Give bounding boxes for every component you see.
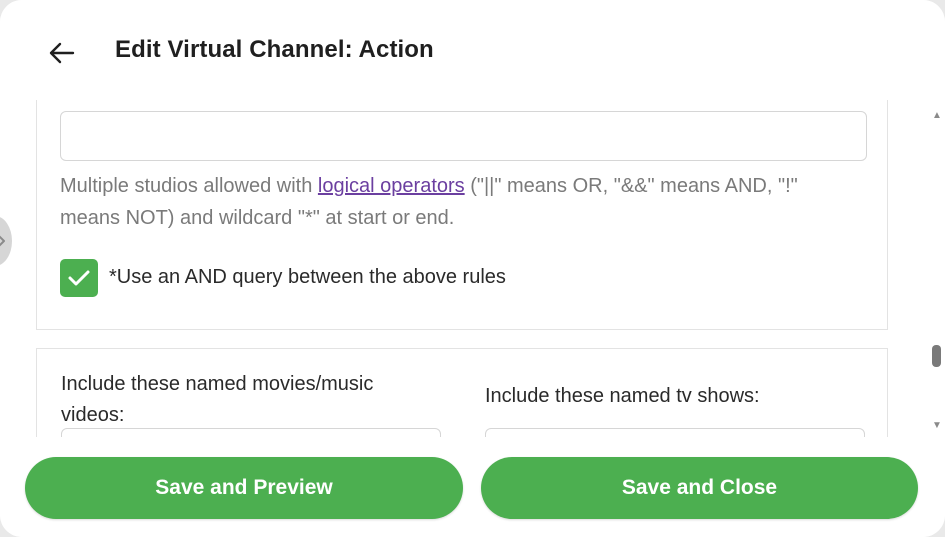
studio-input[interactable] <box>60 111 867 161</box>
scrollbar-thumb[interactable] <box>932 345 941 367</box>
modal-body[interactable]: Multiple studios allowed with logical op… <box>0 100 945 437</box>
logical-operators-link[interactable]: logical operators <box>318 175 465 197</box>
and-query-checkbox[interactable] <box>60 259 98 297</box>
movies-input[interactable] <box>61 428 441 437</box>
scroll-up-arrow-icon[interactable]: ▲ <box>932 110 942 121</box>
arrow-left-icon <box>49 42 75 64</box>
modal-footer: Save and Preview Save and Close <box>0 437 945 537</box>
studio-rule-card: Multiple studios allowed with logical op… <box>36 100 888 330</box>
save-and-preview-button[interactable]: Save and Preview <box>25 457 463 519</box>
chevron-right-icon <box>0 235 5 247</box>
named-items-card: Include these named movies/music videos:… <box>36 348 888 437</box>
studio-help-text: Multiple studios allowed with logical op… <box>60 170 850 234</box>
back-button[interactable] <box>44 36 78 70</box>
page-title: Edit Virtual Channel: Action <box>115 36 434 63</box>
movies-label: Include these named movies/music videos: <box>61 373 374 426</box>
save-and-close-button[interactable]: Save and Close <box>481 457 918 519</box>
edit-channel-modal: Edit Virtual Channel: Action Multiple st… <box>0 0 945 537</box>
tv-shows-input[interactable] <box>485 428 865 437</box>
tv-shows-label: Include these named tv shows: <box>485 385 760 407</box>
modal-header: Edit Virtual Channel: Action <box>0 0 945 100</box>
scroll-down-arrow-icon[interactable]: ▼ <box>932 420 942 431</box>
help-prefix: Multiple studios allowed with <box>60 175 318 197</box>
checkmark-icon <box>68 270 90 286</box>
and-query-label: *Use an AND query between the above rule… <box>109 266 506 288</box>
